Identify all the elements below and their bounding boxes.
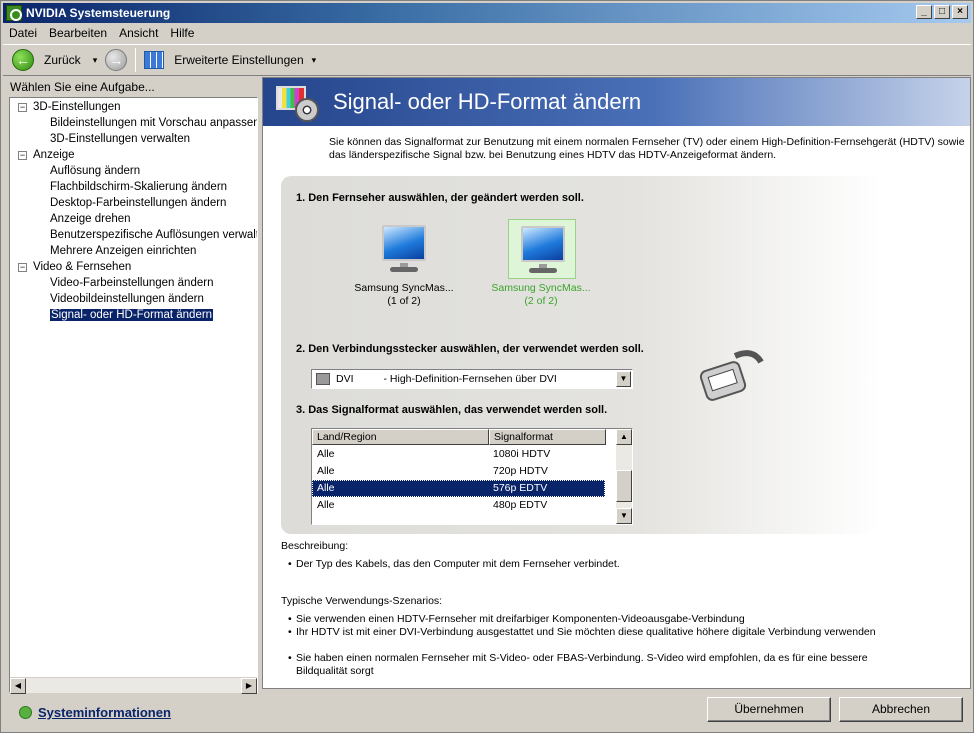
tv1-label[interactable]: Samsung SyncMas... (1 of 2): [344, 282, 464, 308]
scroll-left-icon[interactable]: ◀: [10, 678, 26, 694]
advanced-settings-icon[interactable]: [144, 51, 165, 69]
menu-bearbeiten[interactable]: Bearbeiten: [43, 26, 113, 40]
tv-signal-icon: [273, 82, 321, 122]
page-banner: Signal- oder HD-Format ändern: [263, 78, 970, 126]
tv2-index: (2 of 2): [524, 295, 558, 307]
page-title: Signal- oder HD-Format ändern: [333, 89, 642, 114]
tv2-monitor-icon[interactable]: [508, 219, 576, 279]
tree-item[interactable]: Bildeinstellungen mit Vorschau anpassen: [50, 115, 257, 131]
connector-desc: - High-Definition-Fernsehen über DVI: [383, 373, 557, 385]
signal-format-list[interactable]: Land/Region Signalformat Alle 1080i HDTV …: [311, 428, 633, 525]
scenario-bullet: Sie haben einen normalen Fernseher mit S…: [288, 652, 876, 678]
tree-group-3d[interactable]: 3D-Einstellungen: [33, 99, 121, 115]
tv2-name: Samsung SyncMas...: [491, 282, 591, 294]
toolbar-separator: [135, 48, 137, 72]
step1-heading: 1. Den Fernseher auswählen, der geändert…: [296, 192, 584, 204]
scenario-bullet: Ihr HDTV ist mit einer DVI-Verbindung au…: [288, 626, 876, 639]
tv1-monitor-icon[interactable]: [370, 219, 438, 279]
tree-item[interactable]: Video-Farbeinstellungen ändern: [50, 275, 213, 291]
advanced-settings-label[interactable]: Erweiterte Einstellungen: [174, 53, 303, 67]
tree-item[interactable]: 3D-Einstellungen verwalten: [50, 131, 190, 147]
intro-text: Sie können das Signalformat zur Benutzun…: [329, 136, 965, 161]
apply-button[interactable]: Übernehmen: [707, 697, 831, 722]
tree-item[interactable]: Mehrere Anzeigen einrichten: [50, 243, 196, 259]
tree-group-video[interactable]: Video & Fernsehen: [33, 259, 131, 275]
dvi-plug-icon: [316, 373, 330, 385]
task-tree: − 3D-Einstellungen Bildeinstellungen mit…: [9, 97, 258, 693]
tv1-index: (1 of 2): [387, 295, 421, 307]
content-pane: Signal- oder HD-Format ändern Sie können…: [262, 77, 971, 689]
list-row-selected[interactable]: Alle 576p EDTV: [312, 480, 605, 497]
selected-label: Signal- oder HD-Format ändern: [50, 309, 214, 321]
description-label: Beschreibung:: [281, 540, 349, 552]
maximize-button[interactable]: □: [934, 5, 950, 19]
info-icon: [19, 706, 32, 719]
tv2-label[interactable]: Samsung SyncMas... (2 of 2): [481, 282, 601, 308]
scenario-bullet: Sie verwenden einen HDTV-Fernseher mit d…: [288, 613, 876, 626]
vertical-scrollbar[interactable]: ▲ ▼: [616, 429, 632, 524]
tv1-name: Samsung SyncMas...: [354, 282, 454, 294]
menu-ansicht[interactable]: Ansicht: [113, 26, 164, 40]
collapse-icon[interactable]: −: [18, 151, 27, 160]
dvi-connector-icon: [695, 348, 765, 406]
collapse-icon[interactable]: −: [18, 263, 27, 272]
tree-item[interactable]: Auflösung ändern: [50, 163, 140, 179]
app-window: NVIDIA Systemsteuerung _ □ × Datei Bearb…: [0, 0, 974, 733]
title-bar: NVIDIA Systemsteuerung _ □ ×: [3, 3, 971, 23]
menu-bar: Datei Bearbeiten Ansicht Hilfe: [3, 24, 971, 42]
list-row[interactable]: Alle 480p EDTV: [312, 497, 605, 514]
scenarios-label: Typische Verwendungs-Szenarios:: [281, 595, 443, 607]
scroll-right-icon[interactable]: ▶: [241, 678, 257, 694]
task-heading: Wählen Sie eine Aufgabe...: [10, 80, 155, 94]
list-row[interactable]: Alle 1080i HDTV: [312, 446, 605, 463]
column-header-region[interactable]: Land/Region: [312, 429, 489, 445]
tree-item-selected[interactable]: Signal- oder HD-Format ändern: [50, 307, 214, 323]
tree-item[interactable]: Benutzerspezifische Auflösungen verwalte…: [50, 227, 257, 243]
toolbar: ← Zurück ▾ → Erweiterte Einstellungen ▾: [3, 44, 971, 76]
minimize-button[interactable]: _: [916, 5, 932, 19]
close-button[interactable]: ×: [952, 5, 968, 19]
scroll-up-icon[interactable]: ▲: [616, 429, 632, 445]
tree-group-anzeige[interactable]: Anzeige: [33, 147, 75, 163]
connector-type: DVI: [336, 373, 354, 385]
tree-item[interactable]: Desktop-Farbeinstellungen ändern: [50, 195, 226, 211]
cancel-button[interactable]: Abbrechen: [839, 697, 963, 722]
chevron-down-icon[interactable]: ▼: [616, 371, 631, 387]
scroll-down-icon[interactable]: ▼: [616, 508, 632, 524]
description-bullet: Der Typ des Kabels, das den Computer mit…: [288, 558, 876, 571]
tree-item[interactable]: Flachbildschirm-Skalierung ändern: [50, 179, 227, 195]
column-header-format[interactable]: Signalformat: [489, 429, 606, 445]
back-dropdown-icon[interactable]: ▾: [93, 55, 98, 66]
forward-arrow-icon[interactable]: →: [105, 49, 128, 71]
advanced-dropdown-icon[interactable]: ▾: [312, 55, 317, 66]
scroll-thumb[interactable]: [616, 470, 632, 502]
tree-item[interactable]: Anzeige drehen: [50, 211, 131, 227]
system-info-link[interactable]: Systeminformationen: [19, 705, 171, 720]
step2-heading: 2. Den Verbindungsstecker auswählen, der…: [296, 343, 644, 355]
collapse-icon[interactable]: −: [18, 103, 27, 112]
window-title: NVIDIA Systemsteuerung: [26, 6, 171, 20]
connector-select[interactable]: DVI - High-Definition-Fernsehen über DVI…: [311, 369, 633, 389]
back-arrow-icon[interactable]: ←: [12, 49, 34, 71]
step3-heading: 3. Das Signalformat auswählen, das verwe…: [296, 404, 608, 416]
menu-hilfe[interactable]: Hilfe: [164, 26, 200, 40]
horizontal-scrollbar[interactable]: ◀ ▶: [10, 677, 257, 694]
list-row[interactable]: Alle 720p HDTV: [312, 463, 605, 480]
tree-item[interactable]: Videobildeinstellungen ändern: [50, 291, 204, 307]
nvidia-app-icon: [6, 5, 22, 21]
back-label[interactable]: Zurück: [44, 53, 81, 67]
settings-panel: 1. Den Fernseher auswählen, der geändert…: [281, 176, 881, 534]
system-info-label[interactable]: Systeminformationen: [38, 705, 171, 720]
menu-datei[interactable]: Datei: [3, 26, 43, 40]
